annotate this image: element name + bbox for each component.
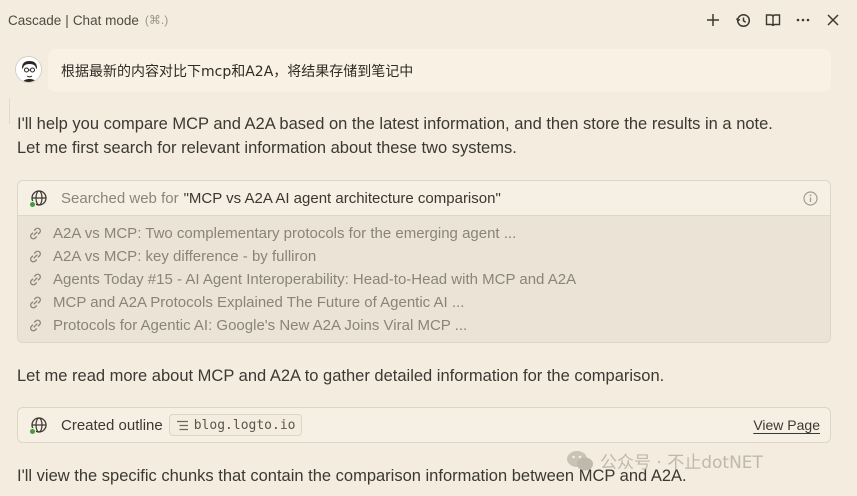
list-icon [176,420,188,430]
more-icon [796,18,810,22]
search-query: "MCP vs A2A AI agent architecture compar… [183,189,501,207]
docs-button[interactable] [763,8,783,32]
search-result-title: MCP and A2A Protocols Explained The Futu… [53,294,465,311]
assistant-read-more: Let me read more about MCP and A2A to ga… [17,367,665,385]
web-search-block: Searched web for "MCP vs A2A AI agent ar… [17,180,831,343]
search-result-link[interactable]: Agents Today #15 - AI Agent Interoperabi… [18,268,830,291]
search-result-link[interactable]: MCP and A2A Protocols Explained The Futu… [18,291,830,314]
history-button[interactable] [733,8,753,32]
search-result-list: A2A vs MCP: Two complementary protocols … [18,216,830,342]
history-icon [735,13,751,28]
book-icon [765,14,781,27]
user-message: 根据最新的内容对比下mcp和A2A，将结果存储到笔记中 [48,49,831,92]
search-result-link[interactable]: A2A vs MCP: Two complementary protocols … [18,222,830,245]
header-actions [703,8,843,32]
watermark: 公众号 · 不止dotNET [566,448,763,473]
search-result-link[interactable]: Protocols for Agentic AI: Google's New A… [18,314,830,337]
close-button[interactable] [823,8,843,32]
outline-block: Created outline blog.logto.io View Page [17,407,831,443]
search-result-title: A2A vs MCP: key difference - by fulliron [53,248,317,265]
search-result-title: A2A vs MCP: Two complementary protocols … [53,225,517,242]
assistant-intro: I'll help you compare MCP and A2A based … [17,112,773,160]
close-icon [827,14,839,26]
watermark-text: 公众号 · 不止dotNET [600,453,763,473]
source-chip[interactable]: blog.logto.io [168,414,303,436]
globe-icon [29,416,48,435]
plus-icon [707,14,719,26]
scroll-marker [0,98,10,124]
assistant-intro-line2: Let me first search for relevant informa… [17,139,517,157]
search-prefix: Searched web for [61,189,179,207]
panel-header: Cascade | Chat mode (⌘.) [0,0,857,40]
link-icon [30,296,41,309]
panel-title: Cascade [8,12,62,28]
more-button[interactable] [793,8,813,32]
wechat-icon [567,450,593,470]
view-page-link[interactable]: View Page [753,417,820,433]
outline-label: Created outline [61,416,163,434]
link-icon [30,319,41,332]
status-dot [29,201,36,208]
search-result-title: Protocols for Agentic AI: Google's New A… [53,317,468,334]
source-chip-text: blog.logto.io [193,417,296,433]
status-dot [29,428,36,435]
user-message-text: 根据最新的内容对比下mcp和A2A，将结果存储到笔记中 [61,63,414,80]
assistant-intro-line1: I'll help you compare MCP and A2A based … [17,115,773,133]
link-icon [30,273,41,286]
shortcut-hint: (⌘.) [144,13,169,27]
globe-icon [29,189,48,208]
new-chat-button[interactable] [703,8,723,32]
title-separator: | [65,12,69,28]
info-icon[interactable] [803,191,818,206]
link-icon [30,250,41,263]
search-result-title: Agents Today #15 - AI Agent Interoperabi… [53,271,577,288]
link-icon [30,227,41,240]
user-avatar [15,56,42,83]
web-search-header[interactable]: Searched web for "MCP vs A2A AI agent ar… [18,181,830,216]
search-result-link[interactable]: A2A vs MCP: key difference - by fulliron [18,245,830,268]
mode-label: Chat mode [72,12,139,28]
